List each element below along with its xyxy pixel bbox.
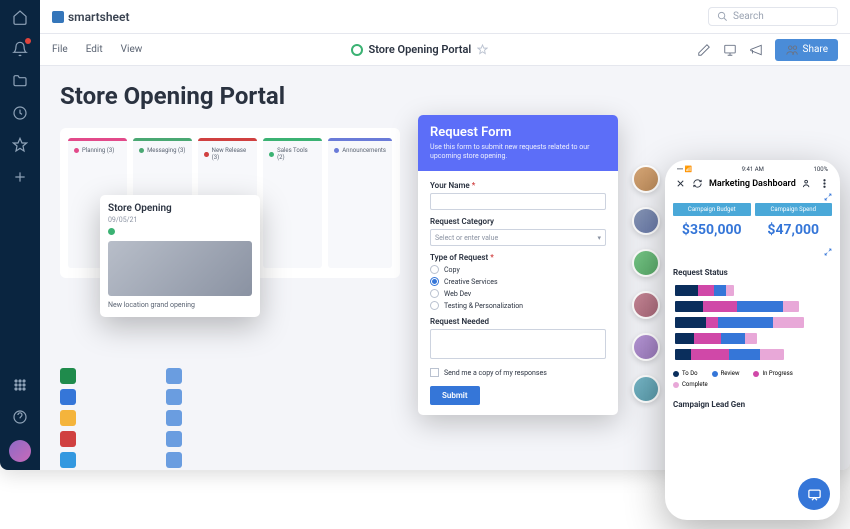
topbar: smartsheet Search [40,0,850,34]
announce-icon[interactable] [749,43,763,57]
clock-icon[interactable] [11,104,29,122]
apps-icon[interactable] [11,376,29,394]
card-image [108,241,252,296]
lead-title: Campaign Lead Gen [673,400,832,409]
legend-item: In Progress [753,370,792,377]
phone-title: Marketing Dashboard [709,179,796,189]
menubar: File Edit View Store Opening Portal Shar… [40,34,850,66]
edit-icon[interactable] [697,43,711,57]
more-icon[interactable] [819,178,830,189]
board-column[interactable]: Sales Tools (2) [263,138,322,268]
name-input[interactable] [430,193,606,210]
excel-icon[interactable] [60,368,76,384]
close-icon[interactable] [675,178,686,189]
request-form: Request Form Use this form to submit new… [418,115,618,415]
status-chart [673,285,832,360]
board-column[interactable]: Announcements [328,138,392,268]
card-subtitle: New location grand opening [108,301,252,309]
folder-icon[interactable] [11,72,29,90]
chart-legend: To Do Review In Progress Complete [673,370,832,388]
kpi-card: Campaign Spend$47,000 [755,203,833,238]
card-status-dot [108,228,115,235]
avatar[interactable] [632,249,660,277]
avatar[interactable] [632,165,660,193]
dropbox-icon[interactable] [60,452,76,468]
favorite-star-icon[interactable] [477,44,488,55]
legend-item: Complete [673,381,708,388]
menu-edit[interactable]: Edit [86,44,103,55]
needed-textarea[interactable] [430,329,606,359]
home-icon[interactable] [11,8,29,26]
avatar[interactable] [632,207,660,235]
legend-item: To Do [673,370,698,377]
form-title: Request Form [430,125,606,140]
left-rail [0,0,40,470]
status-indicator-icon [351,44,363,56]
search-input[interactable]: Search [708,7,838,26]
card-title: Store Opening [108,203,252,214]
sheet-icon[interactable] [166,410,182,426]
radio-option[interactable]: Testing & Personalization [430,301,606,310]
people-icon[interactable] [802,178,813,189]
card-popup[interactable]: Store Opening 09/05/21 New location gran… [100,195,260,317]
pdf-icon[interactable] [60,431,76,447]
kpi-card: Campaign Budget$350,000 [673,203,751,238]
sheet-icon[interactable] [166,452,182,468]
form-subtitle: Use this form to submit new requests rel… [430,143,606,161]
chat-fab[interactable] [798,478,830,510]
menu-view[interactable]: View [121,44,143,55]
legend-item: Review [712,370,740,377]
sheet-icon[interactable] [166,431,182,447]
radio-option[interactable]: Copy [430,265,606,274]
star-icon[interactable] [11,136,29,154]
gdrive-icon[interactable] [60,410,76,426]
phone-statusbar: ••• 📶9:41 AM100% [673,166,832,173]
user-avatar[interactable] [9,440,31,462]
word-icon[interactable] [60,389,76,405]
page-title: Store Opening Portal [60,82,830,110]
copy-checkbox[interactable]: Send me a copy of my responses [430,368,606,377]
collaborator-avatars [632,165,660,403]
present-icon[interactable] [723,43,737,57]
tab-title: Store Opening Portal [351,43,489,56]
avatar[interactable] [632,333,660,361]
submit-button[interactable]: Submit [430,386,480,405]
expand-icon[interactable] [824,248,832,256]
help-icon[interactable] [11,408,29,426]
bell-icon[interactable] [11,40,29,58]
menu-file[interactable]: File [52,44,68,55]
expand-icon[interactable] [824,193,832,201]
sheet-icon[interactable] [166,368,182,384]
card-date: 09/05/21 [108,216,252,224]
radio-option[interactable]: Web Dev [430,289,606,298]
radio-option[interactable]: Creative Services [430,277,606,286]
category-select[interactable]: Select or enter value▾ [430,229,606,246]
status-title: Request Status [673,268,832,277]
plus-icon[interactable] [11,168,29,186]
refresh-icon[interactable] [692,178,703,189]
share-button[interactable]: Share [775,39,838,61]
sheet-icon[interactable] [166,389,182,405]
avatar[interactable] [632,291,660,319]
mobile-preview: ••• 📶9:41 AM100% Marketing Dashboard Cam… [665,160,840,520]
avatar[interactable] [632,375,660,403]
brand-logo[interactable]: smartsheet [52,10,130,24]
